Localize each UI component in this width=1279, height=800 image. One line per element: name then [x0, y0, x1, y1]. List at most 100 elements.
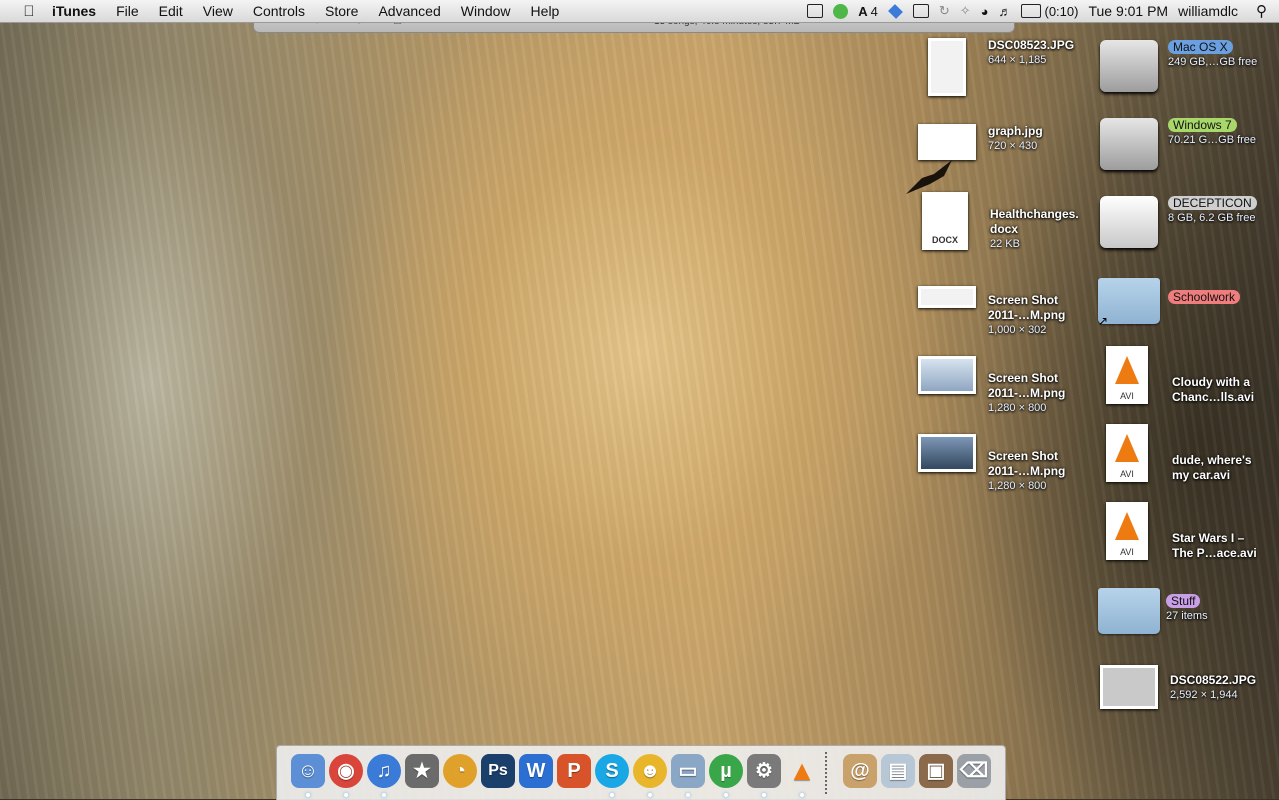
file-name: DSC08523.JPG: [988, 38, 1075, 52]
file-detail: 2,592 × 1,944: [1170, 689, 1238, 701]
vlc-cone-icon: [1115, 512, 1139, 540]
applications-stack-icon[interactable]: @: [843, 754, 877, 788]
fast-user-switch[interactable]: williamdlc: [1178, 3, 1238, 19]
file-name: graph.jpg: [988, 124, 1043, 138]
file-detail: 1,280 × 800: [988, 402, 1047, 414]
desktop-file-starwars-avi[interactable]: AVI Star Wars I – The P…ace.avi: [1106, 502, 1257, 561]
bluetooth-icon[interactable]: ✧: [960, 3, 971, 19]
folder-icon: [1098, 588, 1160, 634]
apple-menu-icon[interactable]: : [20, 3, 38, 20]
file-type-label: AVI: [1120, 547, 1134, 557]
powerpoint-icon[interactable]: P: [557, 754, 591, 788]
downloads-stack-icon[interactable]: ▣: [919, 754, 953, 788]
chrome-icon[interactable]: ◉: [329, 754, 363, 788]
evernote-icon[interactable]: [833, 3, 849, 19]
image-thumbnail-icon: [918, 124, 976, 160]
running-indicator: [306, 793, 310, 797]
dock-separator: [825, 752, 829, 794]
screen-note-icon[interactable]: [807, 4, 824, 18]
desktop-volume-decepticon[interactable]: DECEPTICON 8 GB, 6.2 GB free: [1100, 196, 1257, 248]
skype-icon[interactable]: S: [595, 754, 629, 788]
adium-icon[interactable]: ☻: [633, 754, 667, 788]
desktop-volume-macosx[interactable]: Mac OS X 249 GB,…GB free: [1100, 40, 1257, 92]
running-indicator: [382, 793, 386, 797]
volume-detail: 70.21 G…GB free: [1168, 134, 1257, 146]
desktop-folder-schoolwork[interactable]: ↗ Schoolwork: [1098, 278, 1241, 328]
file-name: Healthchanges. docx: [990, 207, 1079, 236]
desktop-file-dsc08523[interactable]: DSC08523.JPG 644 × 1,185: [928, 38, 1074, 96]
file-name: Screen Shot 2011-…M.png: [988, 371, 1066, 400]
running-indicator: [686, 793, 690, 797]
running-indicator: [724, 793, 728, 797]
finder-icon[interactable]: ☺: [291, 754, 325, 788]
battery-icon: [1021, 4, 1042, 18]
bird-silhouette: [906, 160, 952, 194]
desktop-file-screenshot-2[interactable]: Screen Shot 2011-…M.png 1,280 × 800: [918, 356, 1065, 431]
desktop-file-cloudy-avi[interactable]: AVI Cloudy with a Chanc…lls.avi: [1106, 346, 1254, 405]
menu-edit[interactable]: Edit: [159, 3, 183, 19]
image-thumbnail-icon: [928, 38, 966, 96]
file-detail: 22 KB: [990, 238, 1020, 250]
time-machine-icon[interactable]: ↻: [939, 3, 950, 19]
dropbox-icon[interactable]: [887, 3, 903, 19]
menu-window[interactable]: Window: [461, 3, 511, 19]
vlc-cone-icon: [1115, 356, 1139, 384]
imovie-icon[interactable]: ★: [405, 754, 439, 788]
itunes-icon[interactable]: ♫: [367, 754, 401, 788]
vlc-cone-icon: [1115, 434, 1139, 462]
volume-name-tag: DECEPTICON: [1168, 196, 1257, 210]
running-indicator: [762, 793, 766, 797]
doc-type-label: DOCX: [931, 235, 958, 245]
desktop-volume-windows7[interactable]: Windows 7 70.21 G…GB free: [1100, 118, 1256, 170]
menu-file[interactable]: File: [116, 3, 139, 19]
desktop-file-screenshot-3[interactable]: Screen Shot 2011-…M.png 1,280 × 800: [918, 434, 1065, 509]
file-detail: 720 × 430: [988, 140, 1038, 152]
running-indicator: [648, 793, 652, 797]
menu-advanced[interactable]: Advanced: [378, 3, 440, 19]
file-name: Screen Shot 2011-…M.png: [988, 449, 1066, 478]
volume-icon[interactable]: ♬: [998, 4, 1011, 19]
menu-view[interactable]: View: [203, 3, 233, 19]
documents-stack-icon[interactable]: ▤: [881, 754, 915, 788]
desktop-file-dude-avi[interactable]: AVI dude, where's my car.avi: [1106, 424, 1252, 483]
file-name: DSC08522.JPG: [1170, 673, 1257, 687]
adobe-updates-icon[interactable]: A4: [858, 4, 878, 19]
menu-bar:  iTunes File Edit View Controls Store A…: [0, 0, 1279, 23]
trash-icon[interactable]: ⌫: [957, 754, 991, 788]
status-menus: A4 ↻ ✧ ◕ ♬ (0:10) Tue 9:01 PM williamdlc…: [807, 0, 1279, 22]
desktop-file-healthchanges[interactable]: DOCX Healthchanges. docx 22 KB: [922, 192, 1079, 267]
desktop-folder-stuff[interactable]: Stuff 27 items: [1098, 588, 1208, 634]
running-indicator: [610, 793, 614, 797]
menu-app-name[interactable]: iTunes: [52, 3, 96, 19]
desktop-file-graph[interactable]: graph.jpg 720 × 430: [918, 124, 1043, 160]
battery-status[interactable]: (0:10): [1021, 4, 1078, 19]
word-icon[interactable]: W: [519, 754, 553, 788]
file-name: Screen Shot 2011-…M.png: [988, 293, 1066, 322]
utorrent-icon[interactable]: µ: [709, 754, 743, 788]
display-icon[interactable]: [912, 4, 929, 18]
hard-drive-icon: [1100, 40, 1158, 92]
image-thumbnail-icon: [918, 286, 976, 308]
spotlight-search-icon[interactable]: ⚲: [1256, 2, 1267, 20]
file-detail: 1,000 × 302: [988, 324, 1047, 336]
image-thumbnail-icon: [1100, 665, 1158, 709]
image-thumbnail-icon: [918, 434, 976, 472]
vlc-icon[interactable]: ▲: [785, 754, 819, 788]
dock: ☺ ◉ ♫ ★ ◔ Ps W P S ☻ ▭ µ ⚙ ▲ @ ▤ ▣ ⌫: [276, 745, 1006, 800]
running-indicator: [800, 793, 804, 797]
photoshop-icon[interactable]: Ps: [481, 754, 515, 788]
picasa-icon[interactable]: ◔: [443, 754, 477, 788]
desktop-file-dsc08522[interactable]: DSC08522.JPG 2,592 × 1,944: [1100, 665, 1256, 709]
file-detail: 644 × 1,185: [988, 54, 1047, 66]
volume-detail: 8 GB, 6.2 GB free: [1168, 212, 1256, 224]
dictionary-icon[interactable]: ▭: [671, 754, 705, 788]
menu-help[interactable]: Help: [531, 3, 560, 19]
system-preferences-icon[interactable]: ⚙: [747, 754, 781, 788]
desktop-file-screenshot-1[interactable]: Screen Shot 2011-…M.png 1,000 × 302: [918, 278, 1065, 353]
volume-name-tag: Mac OS X: [1168, 40, 1233, 54]
wifi-icon[interactable]: ◕: [981, 4, 989, 19]
menu-controls[interactable]: Controls: [253, 3, 305, 19]
file-name: Star Wars I – The P…ace.avi: [1172, 531, 1257, 560]
menu-store[interactable]: Store: [325, 3, 358, 19]
menu-clock[interactable]: Tue 9:01 PM: [1088, 3, 1168, 19]
